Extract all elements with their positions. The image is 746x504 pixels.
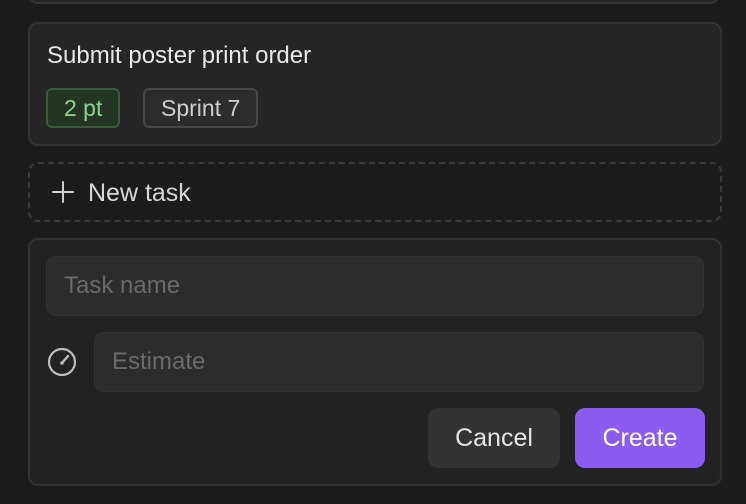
estimate-input[interactable]: [94, 332, 704, 392]
new-task-form: Cancel Create: [28, 238, 722, 486]
task-card[interactable]: Submit poster print order 2 pt Sprint 7: [28, 22, 722, 146]
plus-icon: [52, 181, 74, 203]
create-button[interactable]: Create: [575, 408, 705, 468]
sprint-badge: Sprint 7: [143, 88, 259, 128]
board-column: Submit poster print order 2 pt Sprint 7 …: [0, 0, 746, 504]
task-name-input[interactable]: [46, 256, 704, 316]
gauge-icon: [47, 347, 77, 377]
cancel-button[interactable]: Cancel: [428, 408, 560, 468]
new-task-label: New task: [88, 179, 191, 207]
new-task-button[interactable]: New task: [28, 162, 722, 222]
points-badge: 2 pt: [46, 88, 121, 128]
task-title: Submit poster print order: [47, 42, 312, 69]
previous-task-card[interactable]: [28, 0, 720, 4]
